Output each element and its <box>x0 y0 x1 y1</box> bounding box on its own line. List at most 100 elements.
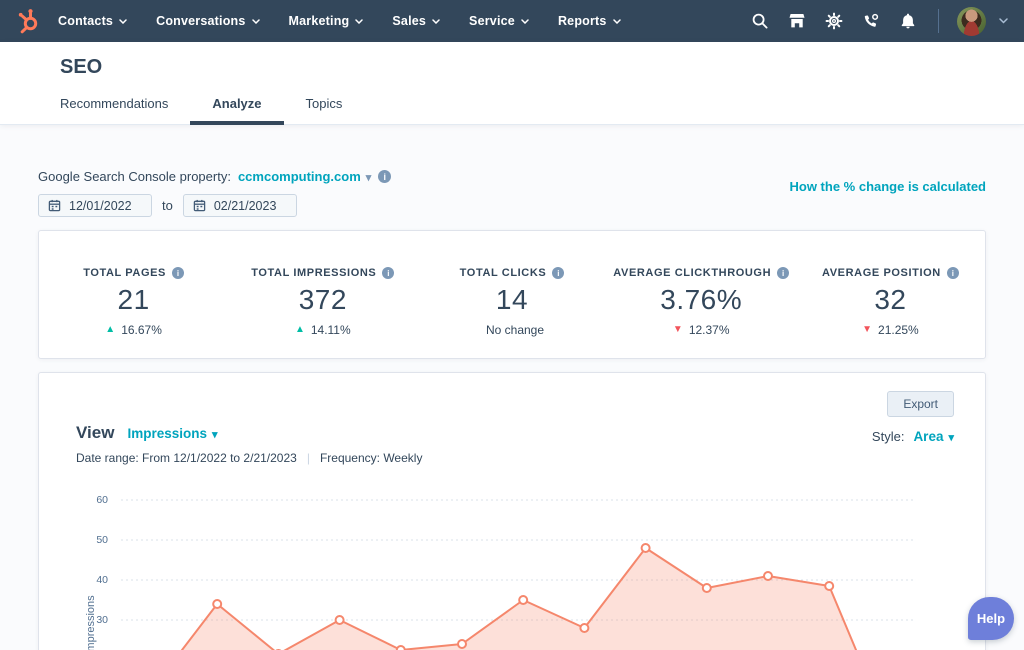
nav-divider <box>938 9 939 33</box>
nav-item-reports[interactable]: Reports <box>558 14 621 28</box>
info-icon[interactable] <box>172 267 184 279</box>
chart-frequency: Frequency: Weekly <box>320 451 423 465</box>
stat-delta: ▲ 16.67% <box>39 323 228 337</box>
stat-total-clicks: TOTAL CLICKS 14 No change <box>417 231 606 358</box>
export-button[interactable]: Export <box>887 391 954 417</box>
chart-style-row: Style: Area <box>872 429 954 444</box>
nav-item-label: Contacts <box>58 14 113 28</box>
stat-total-pages: TOTAL PAGES 21 ▲ 16.67% <box>39 231 228 358</box>
impressions-chart-svg <box>121 488 921 650</box>
marketplace-icon[interactable] <box>785 9 809 33</box>
calling-icon[interactable] <box>859 9 883 33</box>
meta-divider: | <box>307 451 310 465</box>
info-icon[interactable] <box>382 267 394 279</box>
stat-delta: No change <box>417 323 606 337</box>
help-button[interactable]: Help <box>968 597 1014 640</box>
delta-value: 16.67% <box>121 323 162 337</box>
nav-item-label: Marketing <box>289 14 350 28</box>
style-select[interactable]: Area <box>913 429 954 444</box>
stat-value: 21 <box>39 284 228 316</box>
style-label: Style: <box>872 429 905 444</box>
view-title: View <box>76 423 114 443</box>
delta-down-icon: ▼ <box>862 325 872 335</box>
stat-total-impressions: TOTAL IMPRESSIONS 372 ▲ 14.11% <box>228 231 417 358</box>
start-date-input[interactable]: 12/01/2022 <box>38 194 152 217</box>
chevron-down-icon <box>948 429 954 444</box>
calendar-icon <box>193 199 206 212</box>
chart-view-row: View Impressions <box>76 423 218 443</box>
settings-icon[interactable] <box>822 9 846 33</box>
nav-item-label: Sales <box>392 14 426 28</box>
delta-value: 14.11% <box>311 323 351 337</box>
tab-topics[interactable]: Topics <box>284 96 365 124</box>
top-navigation-bar: Contacts Conversations Marketing Sales S… <box>0 0 1024 42</box>
delta-up-icon: ▲ <box>105 325 115 335</box>
stat-label: TOTAL PAGES <box>83 267 166 279</box>
info-icon[interactable] <box>947 267 959 279</box>
date-range-row: 12/01/2022 to 02/21/2023 <box>38 194 986 217</box>
y-tick-label: 60 <box>82 494 108 506</box>
stat-label: TOTAL IMPRESSIONS <box>251 267 376 279</box>
style-select-value: Area <box>913 429 943 444</box>
start-date-value: 12/01/2022 <box>69 199 132 213</box>
stat-label: AVERAGE CLICKTHROUGH <box>613 267 771 279</box>
nav-item-sales[interactable]: Sales <box>392 14 440 28</box>
nav-menu: Contacts Conversations Marketing Sales S… <box>58 14 621 28</box>
end-date-value: 02/21/2023 <box>214 199 277 213</box>
impressions-area-chart <box>121 488 921 650</box>
property-value: ccmcomputing.com <box>238 169 361 184</box>
stat-delta: ▼ 21.25% <box>796 323 985 337</box>
delta-value: No change <box>486 323 544 337</box>
chevron-down-icon <box>355 19 363 24</box>
delta-down-icon: ▼ <box>673 325 683 335</box>
calendar-icon <box>48 199 61 212</box>
y-tick-label: 50 <box>82 534 108 546</box>
info-icon[interactable] <box>777 267 789 279</box>
tab-bar: Recommendations Analyze Topics <box>38 96 1024 124</box>
percent-change-help-link[interactable]: How the % change is calculated <box>790 179 987 194</box>
stat-value: 372 <box>228 284 417 316</box>
stat-average-clickthrough: AVERAGE CLICKTHROUGH 3.76% ▼ 12.37% <box>607 231 796 358</box>
stat-value: 3.76% <box>607 284 796 316</box>
info-icon[interactable] <box>378 170 391 183</box>
account-chevron-down-icon[interactable] <box>999 18 1008 24</box>
property-label: Google Search Console property: <box>38 169 231 184</box>
chevron-down-icon <box>521 19 529 24</box>
chevron-down-icon <box>613 19 621 24</box>
tab-recommendations[interactable]: Recommendations <box>38 96 190 124</box>
tab-analyze[interactable]: Analyze <box>190 96 283 124</box>
page-header: SEO Recommendations Analyze Topics <box>0 42 1024 125</box>
info-icon[interactable] <box>552 267 564 279</box>
nav-item-contacts[interactable]: Contacts <box>58 14 127 28</box>
metric-select-value: Impressions <box>127 426 207 441</box>
stat-label: AVERAGE POSITION <box>822 267 941 279</box>
y-axis-label: Impressions <box>85 595 97 650</box>
nav-item-marketing[interactable]: Marketing <box>289 14 364 28</box>
property-select[interactable]: ccmcomputing.com <box>238 169 371 184</box>
chart-meta-row: Date range: From 12/1/2022 to 2/21/2023 … <box>76 451 422 465</box>
nav-item-conversations[interactable]: Conversations <box>156 14 259 28</box>
chevron-down-icon <box>119 19 127 24</box>
delta-value: 21.25% <box>878 323 919 337</box>
notifications-icon[interactable] <box>896 9 920 33</box>
nav-item-service[interactable]: Service <box>469 14 529 28</box>
delta-value: 12.37% <box>689 323 730 337</box>
chevron-down-icon <box>432 19 440 24</box>
stat-value: 32 <box>796 284 985 316</box>
date-to-label: to <box>162 198 173 213</box>
page-title: SEO <box>60 56 1024 79</box>
user-avatar[interactable] <box>957 7 986 36</box>
y-tick-label: 40 <box>82 574 108 586</box>
nav-utilities <box>748 7 1008 36</box>
filter-section: Google Search Console property: ccmcompu… <box>0 125 1024 217</box>
delta-up-icon: ▲ <box>295 325 305 335</box>
end-date-input[interactable]: 02/21/2023 <box>183 194 297 217</box>
search-icon[interactable] <box>748 9 772 33</box>
stat-delta: ▲ 14.11% <box>228 323 417 337</box>
stat-value: 14 <box>417 284 606 316</box>
metric-select[interactable]: Impressions <box>127 426 217 441</box>
stat-label: TOTAL CLICKS <box>460 267 547 279</box>
chart-date-range: Date range: From 12/1/2022 to 2/21/2023 <box>76 451 297 465</box>
hubspot-logo-icon[interactable] <box>10 4 44 38</box>
impressions-chart-card: Export View Impressions Date range: From… <box>38 372 986 650</box>
